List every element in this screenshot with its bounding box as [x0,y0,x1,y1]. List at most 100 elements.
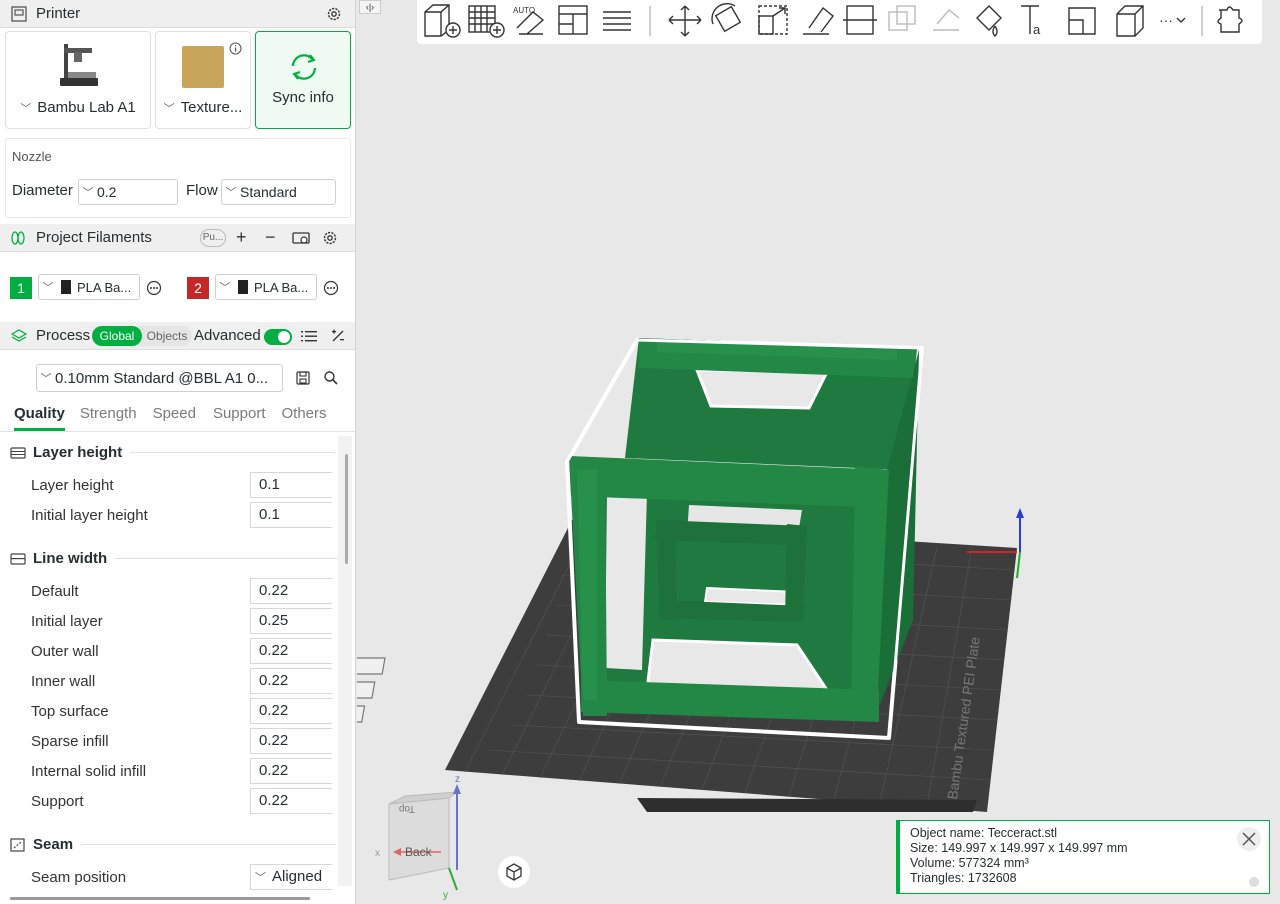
line-width-label: Internal solid infill [31,763,147,780]
printer-header: Printer [0,0,355,28]
layer-height-input[interactable]: 0.1 [250,472,332,498]
scrollbar-track[interactable] [338,436,352,886]
layers-icon [10,328,28,344]
filament-more-icon[interactable] [146,280,162,296]
compare-icon[interactable] [330,328,346,344]
seam-icon [10,837,26,852]
printer-select-card[interactable]: ﹀ Bambu Lab A1 [5,31,151,129]
seam-group: Seam [10,836,337,853]
plate-thumbnail [182,46,224,88]
tesseract-model[interactable] [565,338,924,740]
sync-info-label: Sync info [272,89,334,106]
line-width-label: Support [31,793,84,810]
line-width-label: Top surface [31,703,109,720]
filament-select[interactable]: ﹀ PLA Ba... [215,274,317,300]
sidebar: Printer ﹀ Bambu Lab A1 ﹀ Texture... Sync i… [0,0,356,904]
line-width-input[interactable]: 0.22 [250,788,332,814]
seam-position-select[interactable]: ﹀ Aligned [250,864,332,890]
scene-canvas: Bambu Textured PEI Plate Back Top x z y [357,338,1024,901]
printer-icon [10,5,28,22]
reset-view-button[interactable] [498,856,530,888]
process-tabs: Quality Strength Speed Support Others [0,401,355,431]
svg-text:Back: Back [405,845,433,859]
chevron-down-icon: ﹀ [82,187,94,199]
chevron-down-icon: ﹀ [219,282,231,294]
search-icon[interactable] [323,370,339,386]
tab-strength[interactable]: Strength [80,401,137,431]
initial-layer-height-input[interactable]: 0.1 [250,502,332,528]
3d-viewport[interactable]: ‹|› AUTO a ··· Bambu Textured PEI Plate … [357,0,1280,904]
diameter-label: Diameter [12,182,73,199]
filament-number: 1 [10,277,32,299]
nozzle-title: Nozzle [12,149,52,164]
filament-settings-icon[interactable] [322,230,338,246]
toggle-global[interactable]: Global [92,326,142,346]
initial-layer-height-label: Initial layer height [31,507,148,524]
line-width-label: Initial layer [31,613,103,630]
line-width-input[interactable]: 0.22 [250,758,332,784]
printer-thumbnail [60,44,98,86]
object-triangles: Triangles: 1732608 [910,871,1017,885]
line-width-input[interactable]: 0.22 [250,578,332,604]
printer-title: Printer [36,5,81,22]
global-objects-toggle[interactable]: Global Objects [92,326,192,346]
close-icon[interactable] [1237,827,1261,851]
navigation-cube[interactable]: Back Top x z y [375,774,461,901]
sync-info-button[interactable]: Sync info [255,31,351,129]
bambu-logo-icon [238,280,248,294]
tab-support[interactable]: Support [213,401,266,431]
scrollbar-thumb[interactable] [345,454,348,564]
object-name: Object name: Tecceract.stl [910,826,1058,840]
nozzle-panel: Nozzle Diameter ﹀ 0.2 Flow ﹀ Standard [5,138,351,218]
plate-select-card[interactable]: ﹀ Texture... [155,31,251,129]
object-volume: Volume: 577324 mm³ [910,856,1029,870]
process-title: Process [36,327,91,344]
line-width-label: Outer wall [31,643,99,660]
process-preset-select[interactable]: ﹀ 0.10mm Standard @BBL A1 0... [36,364,283,392]
filament-more-icon[interactable] [323,280,339,296]
filament-select[interactable]: ﹀ PLA Ba... [38,274,140,300]
tab-others[interactable]: Others [282,401,327,431]
line-width-input[interactable]: 0.25 [250,608,332,634]
printer-name-label: ﹀ Bambu Lab A1 [20,99,136,116]
collapse-icon[interactable] [1249,877,1259,887]
line-width-input[interactable]: 0.22 [250,668,332,694]
line-width-label: Inner wall [31,673,96,690]
line-width-label: Default [31,583,79,600]
object-info-panel: Object name: Tecceract.stl Size: 149.997… [896,820,1270,894]
filament-pill-button[interactable]: Pu... [200,229,226,247]
flow-select[interactable]: ﹀ Standard [221,179,336,205]
sync-icon [288,52,320,82]
advanced-toggle[interactable] [264,329,292,345]
save-preset-icon[interactable] [295,370,311,386]
plate-info-icon[interactable] [229,42,242,55]
horizontal-scrollbar[interactable] [10,897,310,900]
chevron-down-icon: ﹀ [42,282,54,294]
remove-filament-icon[interactable]: − [265,227,276,248]
object-size: Size: 149.997 x 149.997 x 149.997 mm [910,841,1128,855]
list-view-icon[interactable] [301,329,317,343]
diameter-select[interactable]: ﹀ 0.2 [78,179,178,205]
tab-speed[interactable]: Speed [153,401,196,431]
svg-text:y: y [443,890,448,901]
bambu-logo-icon [61,280,71,294]
filament-sync-icon[interactable] [292,230,310,246]
add-filament-icon[interactable]: + [236,227,247,248]
printer-settings-icon[interactable] [326,6,342,22]
line-width-input[interactable]: 0.22 [250,728,332,754]
tab-quality[interactable]: Quality [14,401,65,431]
line-width-input[interactable]: 0.22 [250,638,332,664]
line-width-group: Line width [10,550,341,567]
filaments-header: Project Filaments Pu... + − [0,224,355,252]
chevron-down-icon: ﹀ [225,187,237,199]
line-width-input[interactable]: 0.22 [250,698,332,724]
filament-spool-icon [10,230,28,246]
flow-label: Flow [186,182,218,199]
seam-position-label: Seam position [31,869,127,886]
svg-text:z: z [455,774,460,785]
line-width-icon [10,552,26,566]
line-width-label: Sparse infill [31,733,109,750]
toggle-objects[interactable]: Objects [142,326,192,346]
layer-height-icon [10,446,26,460]
chevron-down-icon: ﹀ [40,373,52,385]
